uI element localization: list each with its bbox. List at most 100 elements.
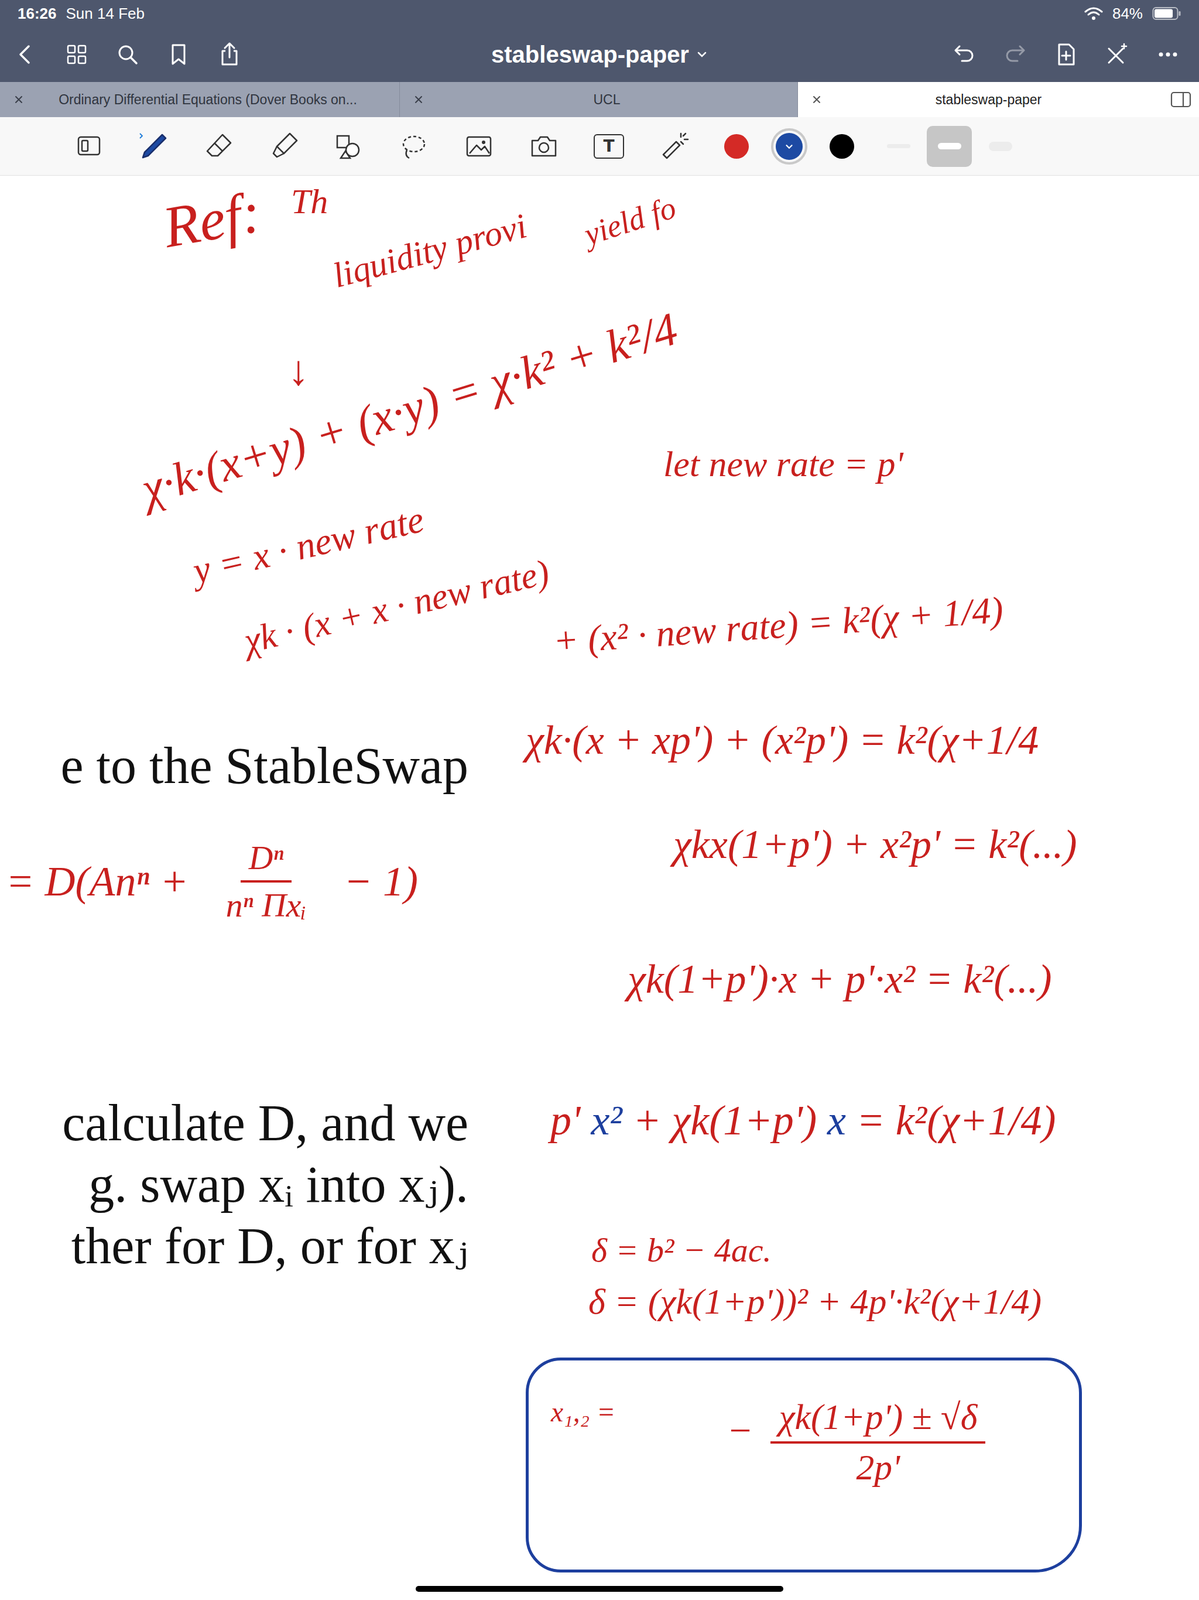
- fraction: χk(1+p') ± √δ 2p': [770, 1395, 986, 1489]
- handwritten-note: p' x² + χk(1+p') x = k²(χ+1/4): [550, 1094, 1056, 1146]
- status-bar: 16:26 Sun 14 Feb 84%: [0, 0, 1199, 27]
- document-line: calculate D, and we: [0, 1091, 469, 1154]
- battery-percent: 84%: [1112, 4, 1143, 23]
- tool-laser[interactable]: [647, 120, 701, 173]
- tab-label: stableswap-paper: [830, 91, 1159, 108]
- close-icon[interactable]: [810, 93, 823, 106]
- tool-highlighter[interactable]: [257, 120, 311, 173]
- note-segment: p': [550, 1096, 591, 1144]
- undo-icon: [951, 41, 978, 68]
- status-time: 16:26: [17, 4, 57, 23]
- status-date: Sun 14 Feb: [66, 4, 145, 23]
- document-line: e to the StableSwap: [0, 734, 469, 797]
- home-indicator[interactable]: [415, 1585, 784, 1592]
- result-sign: −: [726, 1406, 753, 1455]
- page-icon: [72, 129, 106, 163]
- tool-page[interactable]: [62, 120, 116, 173]
- fraction: Dⁿ nⁿ Πxᵢ: [217, 837, 315, 926]
- handwritten-note: let new rate = p': [663, 442, 904, 486]
- note-segment: x²: [590, 1096, 623, 1144]
- camera-icon: [527, 129, 561, 163]
- document-paragraph: e to the StableSwap: [0, 734, 469, 797]
- more-button[interactable]: [1150, 36, 1186, 73]
- laser-icon: [657, 129, 691, 163]
- grid-button[interactable]: [59, 36, 95, 73]
- handwritten-formula: = D(Anⁿ + Dⁿ nⁿ Πxᵢ − 1): [5, 837, 419, 926]
- highlighter-icon: [267, 129, 301, 163]
- screen: 16:26 Sun 14 Feb 84% stableswap-paper Or…: [0, 0, 1199, 1600]
- page-canvas[interactable]: e to the StableSwap calculate D, and weg.…: [0, 175, 1199, 1600]
- chevron-down-icon: [696, 48, 708, 61]
- sidebar-icon: [1170, 90, 1192, 109]
- result-lhs: x₁,₂ =: [550, 1395, 616, 1429]
- tool-shapes[interactable]: [322, 120, 376, 173]
- handwritten-note: χk(1+p')·x + p'·x² = k²(...): [627, 954, 1052, 1004]
- eraser-icon: [202, 129, 236, 163]
- tool-camera[interactable]: [517, 120, 571, 173]
- add-page-icon: [1053, 41, 1079, 68]
- note-segment: + χk(1+p'): [622, 1096, 828, 1144]
- x-sparkle-icon: [1104, 41, 1130, 68]
- tab[interactable]: UCL: [399, 81, 798, 118]
- handwritten-note: χ·k·(x+y) + (x·y) = χ·k² + k²/4: [134, 300, 684, 517]
- tool-text[interactable]: T: [582, 120, 636, 173]
- document-line: ther for D, or for xⱼ: [0, 1214, 469, 1277]
- tab[interactable]: stableswap-paper: [797, 81, 1163, 118]
- more-icon: [1155, 41, 1181, 68]
- redo-icon: [1002, 41, 1029, 68]
- handwritten-note: + (x² · new rate) = k²(χ + 1/4): [551, 587, 1005, 664]
- color-swatch[interactable]: [823, 127, 861, 166]
- close-tool-button[interactable]: [1099, 36, 1135, 73]
- tab-bar: Ordinary Differential Equations (Dover B…: [0, 81, 1199, 118]
- battery-icon: [1152, 6, 1182, 21]
- stroke-width-option[interactable]: [875, 125, 921, 167]
- handwritten-note: ↓: [288, 345, 310, 396]
- handwritten-note: Ref:: [158, 176, 267, 263]
- sidebar-toggle[interactable]: [1162, 81, 1199, 118]
- search-button[interactable]: [110, 36, 146, 73]
- redo-button[interactable]: [997, 36, 1033, 73]
- close-icon[interactable]: [12, 93, 25, 106]
- tool-bar: T: [0, 117, 1199, 176]
- lasso-icon: [397, 129, 431, 163]
- tool-lasso[interactable]: [387, 120, 441, 173]
- add-page-button[interactable]: [1048, 36, 1084, 73]
- tab[interactable]: Ordinary Differential Equations (Dover B…: [0, 81, 400, 118]
- handwritten-note: χkx(1+p') + x²p' = k²(...): [673, 819, 1077, 869]
- document-title[interactable]: stableswap-paper: [479, 41, 720, 68]
- close-icon[interactable]: [412, 93, 425, 106]
- search-icon: [114, 41, 141, 68]
- boxed-result: x₁,₂ = − χk(1+p') ± √δ 2p': [525, 1357, 1082, 1572]
- handwritten-note: yield fo: [579, 188, 681, 254]
- tab-label: UCL: [432, 91, 793, 108]
- pen-icon: [137, 129, 171, 163]
- share-icon: [216, 41, 243, 68]
- chevron-down-icon: [783, 141, 795, 152]
- back-button[interactable]: [8, 36, 44, 73]
- color-swatch[interactable]: [770, 127, 808, 166]
- stroke-width-option[interactable]: [977, 125, 1023, 167]
- handwritten-note: δ = (χk(1+p'))² + 4p'·k²(χ+1/4): [588, 1279, 1042, 1323]
- undo-button[interactable]: [946, 36, 982, 73]
- handwritten-note: χk·(x + xp') + (x²p') = k²(χ+1/4: [525, 715, 1039, 765]
- color-swatch[interactable]: [717, 127, 756, 166]
- wifi-icon: [1084, 6, 1103, 21]
- document-line: g. swap xᵢ into xⱼ).: [0, 1153, 469, 1215]
- note-segment: = k²(χ+1/4): [845, 1096, 1056, 1144]
- image-icon: [462, 129, 496, 163]
- handwritten-note: liquidity provi: [328, 204, 532, 297]
- note-segment: x: [827, 1096, 846, 1144]
- toolbar: stableswap-paper: [0, 26, 1199, 82]
- document-paragraph: calculate D, and weg. swap xᵢ into xⱼ).t…: [0, 1091, 469, 1277]
- bookmark-icon: [165, 41, 192, 68]
- handwritten-note: y = x · new rate: [188, 497, 428, 594]
- share-button[interactable]: [211, 36, 248, 73]
- handwritten-note: δ = b² − 4ac.: [591, 1229, 772, 1271]
- chevron-left-icon: [12, 41, 39, 68]
- tool-image[interactable]: [452, 120, 506, 173]
- stroke-width-option[interactable]: [926, 125, 972, 167]
- grid-icon: [63, 41, 90, 68]
- tool-pen[interactable]: [127, 120, 181, 173]
- tool-eraser[interactable]: [192, 120, 246, 173]
- bookmark-button[interactable]: [160, 36, 197, 73]
